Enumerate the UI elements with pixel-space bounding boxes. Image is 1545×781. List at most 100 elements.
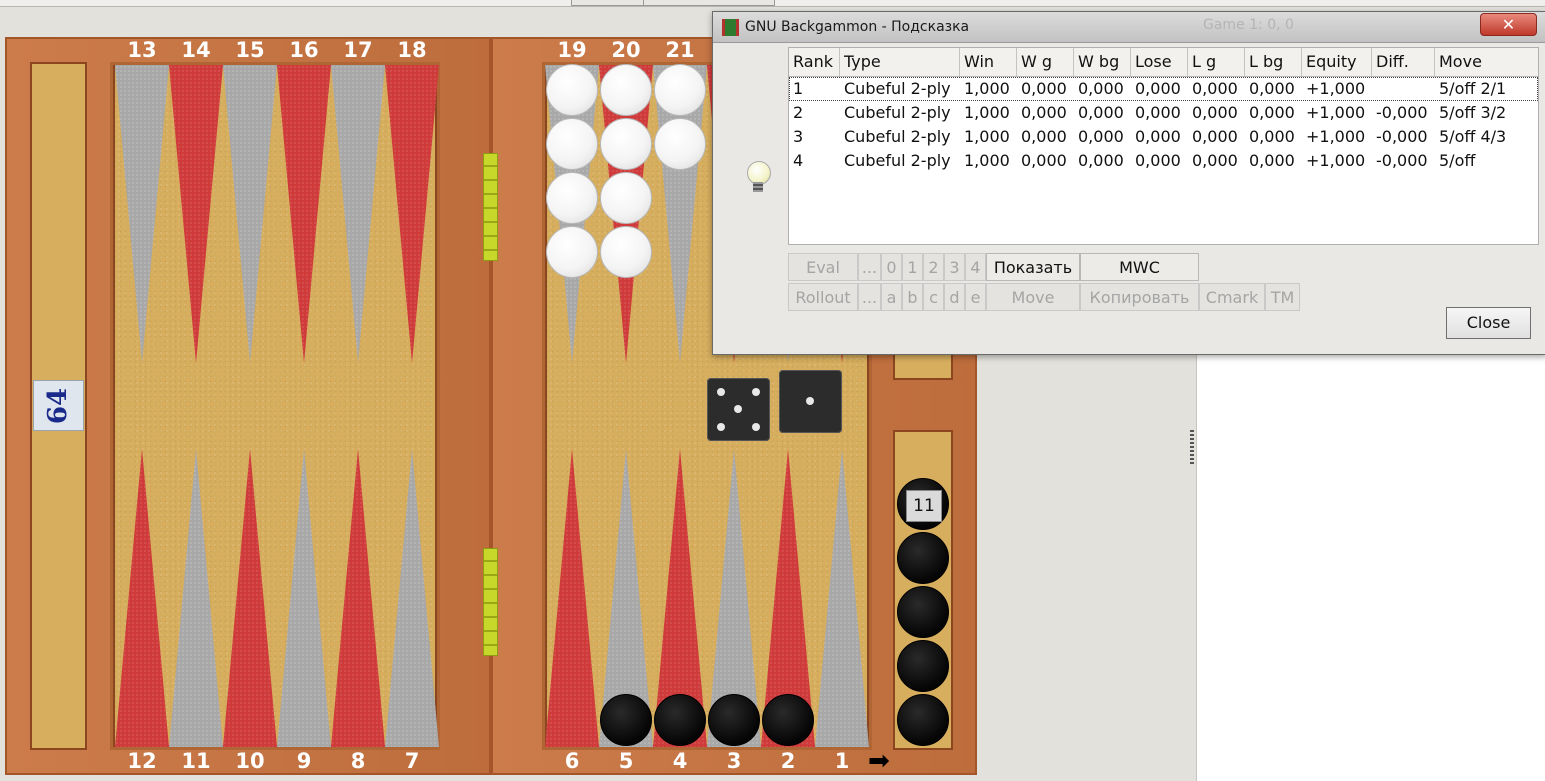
rollout-settings-button[interactable]: ... bbox=[858, 283, 881, 311]
rollout-e-button[interactable]: e bbox=[965, 283, 986, 311]
col-header-rank[interactable]: Rank bbox=[789, 48, 840, 76]
die-pip bbox=[734, 405, 742, 413]
rollout-button[interactable]: Rollout bbox=[788, 283, 858, 311]
rollout-c-button[interactable]: c bbox=[923, 283, 944, 311]
copy-button[interactable]: Копировать bbox=[1080, 283, 1199, 311]
rollout-a-button[interactable]: a bbox=[881, 283, 902, 311]
cell-rank: 1 bbox=[793, 79, 804, 98]
cell-rank: 4 bbox=[793, 151, 804, 170]
window-close-button[interactable]: ✕ bbox=[1480, 13, 1537, 36]
cell-lbg: 0,000 bbox=[1249, 79, 1295, 98]
col-header-type[interactable]: Type bbox=[840, 48, 960, 76]
point-number-3: 3 bbox=[726, 749, 742, 773]
cell-move: 5/off 4/3 bbox=[1439, 127, 1507, 146]
eval-ply-4-button[interactable]: 4 bbox=[965, 253, 986, 281]
cell-lose: 0,000 bbox=[1135, 79, 1181, 98]
move-row[interactable]: 2 Cubeful 2-ply 1,000 0,000 0,000 0,000 0,000 0… bbox=[789, 101, 1538, 125]
col-header-lose[interactable]: Lose bbox=[1131, 48, 1188, 76]
cell-diff bbox=[1372, 77, 1435, 101]
white-checker[interactable] bbox=[600, 118, 652, 170]
background-window-title: Game 1: 0, 0 bbox=[1203, 17, 1294, 33]
cell-wbg: 0,000 bbox=[1078, 151, 1124, 170]
point-number-1: 1 bbox=[834, 749, 850, 773]
move-button[interactable]: Move bbox=[986, 283, 1080, 311]
close-button[interactable]: Close bbox=[1446, 307, 1531, 339]
die-five[interactable] bbox=[707, 378, 770, 441]
white-checker[interactable] bbox=[600, 64, 652, 116]
cell-lg: 0,000 bbox=[1192, 103, 1238, 122]
col-header-equity[interactable]: Equity bbox=[1302, 48, 1372, 76]
white-checker[interactable] bbox=[546, 118, 598, 170]
rollout-d-button[interactable]: d bbox=[944, 283, 965, 311]
point-number-13: 13 bbox=[127, 38, 157, 62]
black-checker[interactable] bbox=[600, 694, 652, 746]
eval-button[interactable]: Eval bbox=[788, 253, 858, 281]
cell-wg: 0,000 bbox=[1021, 79, 1067, 98]
eval-ply-1-button[interactable]: 1 bbox=[902, 253, 923, 281]
die-pip bbox=[752, 423, 760, 431]
point-number-18: 18 bbox=[397, 38, 427, 62]
cell-type: Cubeful 2-ply bbox=[844, 151, 951, 170]
toolbar-tab[interactable] bbox=[571, 0, 645, 6]
col-header-move[interactable]: Move bbox=[1435, 48, 1538, 76]
point-number-19: 19 bbox=[557, 38, 587, 62]
cell-diff: -0,000 bbox=[1376, 151, 1428, 170]
die-pip bbox=[752, 388, 760, 396]
tm-button[interactable]: TM bbox=[1265, 283, 1300, 311]
black-checker[interactable] bbox=[708, 694, 760, 746]
eval-ply-3-button[interactable]: 3 bbox=[944, 253, 965, 281]
cell-lose: 0,000 bbox=[1135, 103, 1181, 122]
lightbulb-icon bbox=[747, 161, 771, 193]
hint-move-list[interactable]: Rank Type Win W g W bg Lose L g L bg Equ… bbox=[788, 47, 1539, 245]
point-number-6: 6 bbox=[564, 749, 580, 773]
cell-lose: 0,000 bbox=[1135, 127, 1181, 146]
col-header-l-g[interactable]: L g bbox=[1188, 48, 1245, 76]
black-checker[interactable] bbox=[654, 694, 706, 746]
move-row[interactable]: 4 Cubeful 2-ply 1,000 0,000 0,000 0,000 0,000 0… bbox=[789, 149, 1538, 173]
cell-rank: 2 bbox=[793, 103, 804, 122]
die-one[interactable] bbox=[779, 370, 842, 433]
point-number-7: 7 bbox=[404, 749, 420, 773]
move-row[interactable]: 1 Cubeful 2-ply 1,000 0,000 0,000 0,000 0,000 0… bbox=[789, 77, 1538, 101]
cell-win: 1,000 bbox=[964, 103, 1010, 122]
pane-resize-grip[interactable] bbox=[1190, 430, 1194, 466]
white-checker[interactable] bbox=[546, 64, 598, 116]
cell-win: 1,000 bbox=[964, 79, 1010, 98]
cell-lbg: 0,000 bbox=[1249, 103, 1295, 122]
doubling-cube[interactable]: 64 bbox=[33, 380, 84, 431]
white-checker[interactable] bbox=[600, 172, 652, 224]
white-checker[interactable] bbox=[654, 64, 706, 116]
eval-ply-2-button[interactable]: 2 bbox=[923, 253, 944, 281]
show-button[interactable]: Показать bbox=[986, 253, 1080, 281]
eval-ply-0-button[interactable]: 0 bbox=[881, 253, 902, 281]
point-number-12: 12 bbox=[127, 749, 157, 773]
cell-lbg: 0,000 bbox=[1249, 127, 1295, 146]
col-header-win[interactable]: Win bbox=[960, 48, 1017, 76]
eval-settings-button[interactable]: ... bbox=[858, 253, 881, 281]
cell-diff: -0,000 bbox=[1376, 127, 1428, 146]
white-checker[interactable] bbox=[546, 226, 598, 278]
mwc-button[interactable]: MWC bbox=[1080, 253, 1199, 281]
point-number-11: 11 bbox=[181, 749, 211, 773]
point-number-10: 10 bbox=[235, 749, 265, 773]
toolbar-tab[interactable] bbox=[643, 0, 775, 6]
white-checker[interactable] bbox=[546, 172, 598, 224]
col-header-w-g[interactable]: W g bbox=[1017, 48, 1074, 76]
cell-wg: 0,000 bbox=[1021, 127, 1067, 146]
black-checker[interactable] bbox=[762, 694, 814, 746]
cmark-button[interactable]: Cmark bbox=[1199, 283, 1265, 311]
move-row[interactable]: 3 Cubeful 2-ply 1,000 0,000 0,000 0,000 0,000 0… bbox=[789, 125, 1538, 149]
white-checker[interactable] bbox=[600, 226, 652, 278]
white-checker[interactable] bbox=[654, 118, 706, 170]
cell-type: Cubeful 2-ply bbox=[844, 103, 951, 122]
col-header-diff[interactable]: Diff. bbox=[1372, 48, 1435, 76]
col-header-w-bg[interactable]: W bg bbox=[1074, 48, 1131, 76]
cell-lose: 0,000 bbox=[1135, 151, 1181, 170]
dialog-titlebar[interactable]: Game 1: 0, 0 GNU Backgammon - Подсказка … bbox=[713, 12, 1545, 43]
col-header-l-bg[interactable]: L bg bbox=[1245, 48, 1302, 76]
rollout-b-button[interactable]: b bbox=[902, 283, 923, 311]
top-strip bbox=[0, 0, 1545, 7]
cell-lbg: 0,000 bbox=[1249, 151, 1295, 170]
move-list-header: Rank Type Win W g W bg Lose L g L bg Equ… bbox=[789, 48, 1538, 77]
cell-diff: -0,000 bbox=[1376, 103, 1428, 122]
